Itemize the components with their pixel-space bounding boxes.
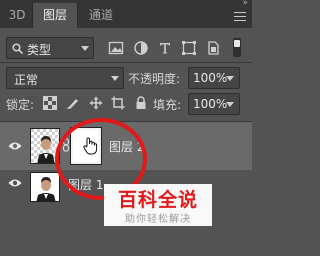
lock-image-pixels-icon[interactable]: [66, 96, 80, 110]
fill-value: 100%: [193, 97, 228, 111]
tab-layers[interactable]: 图层: [32, 3, 78, 28]
lock-position-icon[interactable]: [89, 96, 103, 110]
watermark-title: 百科全说: [117, 189, 198, 211]
pixel-layer-filter-icon[interactable]: [108, 40, 124, 56]
opacity-input[interactable]: 100%: [188, 67, 240, 89]
visibility-eye-icon[interactable]: [8, 141, 22, 151]
lock-label: 锁定:: [6, 98, 35, 112]
opacity-value: 100%: [193, 71, 228, 85]
layer-thumbnail[interactable]: [30, 172, 60, 202]
fill-label: 填充:: [153, 98, 182, 112]
chevron-down-icon: [81, 46, 89, 51]
blend-mode-value: 正常: [14, 73, 39, 87]
fill-input[interactable]: 100%: [188, 93, 240, 115]
divider: [0, 62, 252, 63]
visibility-eye-icon[interactable]: [8, 178, 22, 188]
watermark-logo: 百科全说 助你轻松解决: [104, 184, 212, 226]
collapse-panel-icon[interactable]: »: [242, 0, 247, 8]
panel-menu-icon[interactable]: [234, 12, 246, 22]
search-icon: [12, 43, 23, 54]
opacity-label: 不透明度:: [128, 72, 181, 86]
lock-all-icon[interactable]: [134, 96, 148, 110]
watermark-subtitle: 助你轻松解决: [125, 214, 191, 225]
adjustment-layer-filter-icon[interactable]: [133, 40, 149, 56]
filter-kind-dropdown[interactable]: 类型: [6, 37, 94, 59]
type-layer-filter-icon[interactable]: [157, 40, 173, 56]
tab-3d[interactable]: 3D: [3, 3, 31, 28]
smart-object-filter-icon[interactable]: [205, 40, 221, 56]
panel-tab-bar: 3D 图层 通道 »: [0, 0, 252, 28]
lock-transparent-pixels-icon[interactable]: [43, 96, 57, 110]
chevron-down-icon: [226, 76, 234, 81]
tab-channels[interactable]: 通道: [80, 3, 122, 28]
chevron-down-icon: [226, 102, 234, 107]
filter-kind-label: 类型: [27, 43, 52, 57]
shape-layer-filter-icon[interactable]: [181, 40, 197, 56]
lock-artboard-icon[interactable]: [111, 96, 125, 110]
chevron-down-icon: [111, 76, 119, 81]
filter-toggle-switch[interactable]: [233, 38, 241, 57]
blend-mode-dropdown[interactable]: 正常: [6, 67, 124, 89]
